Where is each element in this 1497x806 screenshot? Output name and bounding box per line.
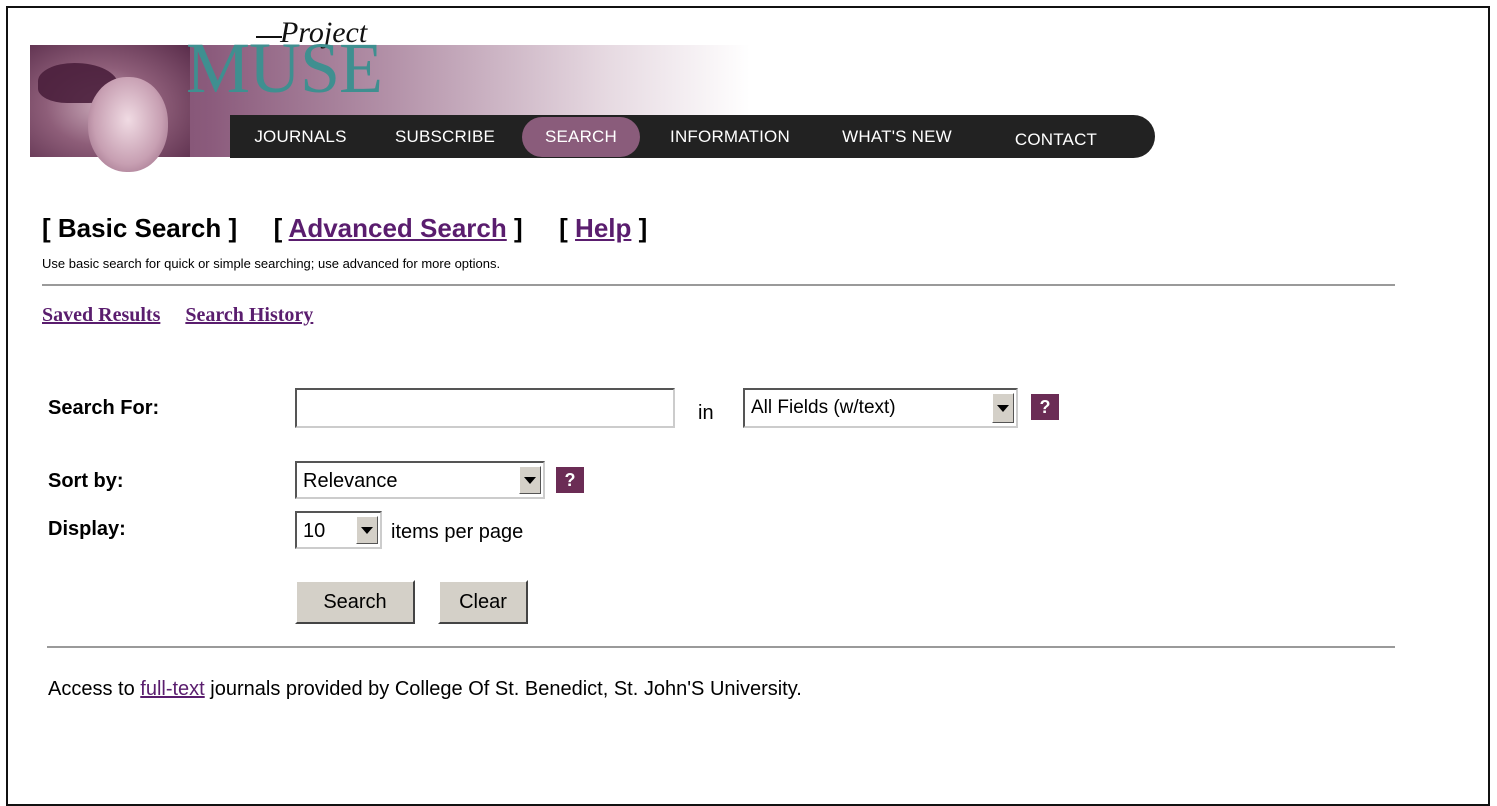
sort-by-label: Sort by:: [48, 470, 124, 492]
divider-top: [42, 284, 1395, 286]
field-select-value: All Fields (w/text): [751, 397, 896, 418]
tab-basic-search: Basic Search: [57, 213, 222, 243]
display-label: Display:: [48, 518, 126, 540]
logo-muse-text: MUSE: [186, 28, 383, 108]
nav-journals[interactable]: JOURNALS: [238, 115, 363, 158]
tab-advanced-search[interactable]: Advanced Search: [289, 213, 507, 243]
display-select-value: 10: [303, 520, 326, 542]
items-per-page-label: items per page: [391, 521, 524, 543]
field-help-icon[interactable]: ?: [1031, 394, 1059, 420]
field-select[interactable]: All Fields (w/text): [743, 388, 1018, 428]
nav-information[interactable]: INFORMATION: [654, 115, 806, 158]
sort-select[interactable]: Relevance: [295, 461, 545, 499]
search-history-link[interactable]: Search History: [185, 304, 313, 326]
nav-search[interactable]: SEARCH: [522, 117, 640, 157]
portrait-image: [30, 45, 190, 172]
nav-contact[interactable]: CONTACT: [990, 118, 1122, 161]
sort-select-value: Relevance: [303, 470, 398, 492]
search-tabs: [ Basic Search ] [ Advanced Search ] [ H…: [42, 213, 648, 243]
chevron-down-icon[interactable]: [519, 466, 541, 494]
display-select[interactable]: 10: [295, 511, 382, 549]
search-button[interactable]: Search: [295, 580, 415, 624]
main-nav: JOURNALS SUBSCRIBE SEARCH INFORMATION WH…: [230, 115, 1155, 158]
search-for-label: Search For:: [48, 397, 160, 419]
sort-help-icon[interactable]: ?: [556, 467, 584, 493]
divider-bottom: [47, 646, 1395, 648]
search-hint: Use basic search for quick or simple sea…: [42, 256, 501, 271]
chevron-down-icon[interactable]: [356, 516, 378, 544]
site-banner: Project MUSE JOURNALS SUBSCRIBE SEARCH I…: [30, 16, 1155, 172]
nav-whats-new[interactable]: WHAT'S NEW: [822, 115, 972, 158]
saved-results-link[interactable]: Saved Results: [42, 304, 160, 326]
chevron-down-icon[interactable]: [992, 393, 1014, 423]
nav-subscribe[interactable]: SUBSCRIBE: [380, 115, 510, 158]
in-label: in: [698, 402, 714, 424]
access-note: Access to full-text journals provided by…: [48, 678, 802, 700]
tab-help[interactable]: Help: [575, 213, 631, 243]
clear-button[interactable]: Clear: [438, 580, 528, 624]
full-text-link[interactable]: full-text: [140, 678, 204, 700]
secondary-links: Saved Results Search History: [42, 304, 333, 327]
search-input[interactable]: [295, 388, 675, 428]
